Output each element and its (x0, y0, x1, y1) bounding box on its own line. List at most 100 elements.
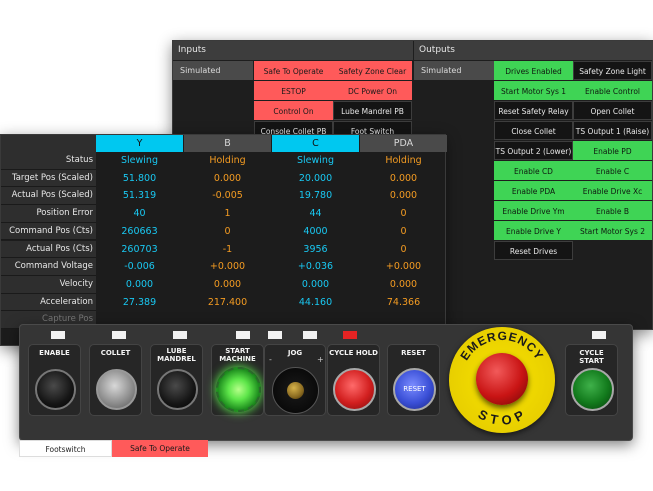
safe-to-operate-status: Safe To Operate (112, 440, 208, 457)
axis-value-c: 20.000 (298, 172, 333, 184)
axis-value-y: 40 (133, 208, 146, 220)
axis-value-b: +0.000 (209, 261, 246, 273)
axis-row-label: Velocity (1, 275, 96, 294)
output-enable-control-button[interactable]: Enable Control (573, 81, 652, 100)
lube-mandrel-label: LUBE MANDREL (157, 347, 196, 363)
start-machine-knob[interactable] (216, 367, 261, 412)
collet-button[interactable]: COLLET (89, 344, 142, 416)
output-enable-c-button[interactable]: Enable C (573, 161, 652, 180)
cycle-hold-button[interactable]: CYCLE HOLD (327, 344, 380, 416)
axis-value-c: 19.780 (298, 190, 333, 202)
output-enable-pd-button[interactable]: Enable PD (573, 141, 652, 160)
enable-button[interactable]: ENABLE (28, 344, 81, 416)
cycle-start-knob[interactable] (571, 368, 614, 411)
outputs-simulated-toggle[interactable]: Simulated (414, 61, 494, 80)
axis-row-status: Status Slewing Holding Slewing Holding (1, 152, 447, 170)
axis-value-y: 0.000 (125, 278, 154, 290)
axis-value-y: 27.389 (122, 296, 157, 308)
output-close-collet-button[interactable]: Close Collet (494, 121, 573, 140)
axis-row-actual-pos-cts: Actual Pos (Cts) 260703 -1 3956 0 (1, 240, 447, 259)
cycle-hold-indicator-light (343, 331, 357, 339)
output-safety-zone-light-button[interactable]: Safety Zone Light (573, 61, 652, 80)
jog-control[interactable]: JOG - + (264, 344, 326, 416)
output-enable-pda-button[interactable]: Enable PDA (494, 181, 573, 200)
input-safe-to-operate-button[interactable]: Safe To Operate (254, 61, 333, 80)
axis-row-target-pos-scaled: Target Pos (Scaled) 51.800 0.000 20.000 0.00… (1, 169, 447, 188)
axis-corner-cell (1, 135, 96, 152)
collet-knob[interactable] (96, 369, 137, 410)
outputs-column-1: Drives Enabled Start Motor Sys 1 Reset Saf… (494, 61, 573, 261)
output-enable-b-button[interactable]: Enable B (573, 201, 652, 220)
axis-header-y[interactable]: Y (96, 135, 183, 152)
axis-value-c: Slewing (297, 155, 334, 166)
axis-row-label: Command Voltage (1, 258, 96, 276)
axis-value-b: -0.005 (212, 190, 243, 202)
axis-value-y: 260703 (121, 243, 158, 255)
axis-value-pda: 0.000 (389, 172, 418, 184)
axis-header-c[interactable]: C (272, 135, 359, 152)
lube-mandrel-button[interactable]: LUBE MANDREL (150, 344, 203, 416)
output-ts-output-1-raise-button[interactable]: TS Output 1 (Raise) (573, 121, 652, 140)
output-enable-drive-ym-button[interactable]: Enable Drive Ym (494, 201, 573, 220)
start-machine-label: START MACHINE (219, 347, 256, 363)
jog-joystick-handle[interactable] (287, 382, 304, 399)
input-estop-button[interactable]: ESTOP (254, 81, 333, 100)
axis-value-y: 51.319 (122, 190, 157, 202)
input-lube-mandrel-pb-button[interactable]: Lube Mandrel PB (333, 101, 412, 120)
reset-button[interactable]: RESET RESET (387, 344, 440, 416)
enable-indicator-light (51, 331, 65, 339)
machine-control-panel: ENABLE COLLET LUBE MANDREL START MACHINE… (19, 324, 633, 441)
cycle-hold-knob[interactable] (333, 368, 376, 411)
input-control-on-button[interactable]: Control On (254, 101, 333, 120)
inputs-simulated-toggle[interactable]: Simulated (173, 61, 253, 80)
axis-row-command-pos-cts: Command Pos (Cts) 260663 0 4000 0 (1, 222, 447, 241)
axis-value-y: 260663 (121, 225, 158, 237)
axis-row-velocity: Velocity 0.000 0.000 0.000 0.000 (1, 275, 447, 294)
axis-row-label: Target Pos (Scaled) (1, 169, 96, 188)
axis-value-pda: +0.000 (385, 261, 422, 273)
axis-header-b[interactable]: B (184, 135, 271, 152)
axis-value-pda: 0 (400, 225, 407, 237)
output-enable-drive-y-button[interactable]: Enable Drive Y (494, 221, 573, 240)
axis-value-pda: 0.000 (389, 190, 418, 202)
axis-row-label: Actual Pos (Cts) (1, 240, 96, 259)
axis-header-pda[interactable]: PDA (360, 135, 447, 152)
axis-value-pda: 0 (400, 208, 407, 220)
cycle-start-button[interactable]: CYCLE START (565, 344, 618, 416)
jog-plus-indicator-light (303, 331, 317, 339)
enable-knob[interactable] (35, 369, 76, 410)
output-open-collet-button[interactable]: Open Collet (573, 101, 652, 120)
axis-value-pda: 0 (400, 243, 407, 255)
footswitch-status: Footswitch (19, 440, 112, 457)
axis-row-command-voltage: Command Voltage -0.006 +0.000 +0.036 +0.000 (1, 258, 447, 276)
output-start-motor-sys-1-button[interactable]: Start Motor Sys 1 (494, 81, 573, 100)
axis-value-pda: 74.366 (386, 296, 421, 308)
jog-minus-label: - (269, 355, 272, 364)
axis-value-b: 1 (224, 208, 231, 220)
collet-indicator-light (112, 331, 126, 339)
output-ts-output-2-lower-button[interactable]: TS Output 2 (Lower) (494, 141, 573, 160)
axis-row-position-error: Position Error 40 1 44 0 (1, 205, 447, 223)
outputs-column-2: Safety Zone Light Enable Control Open Coll… (573, 61, 652, 241)
output-start-motor-sys-2-button[interactable]: Start Motor Sys 2 (573, 221, 652, 240)
start-machine-button[interactable]: START MACHINE (211, 344, 264, 416)
emergency-stop-mushroom[interactable] (476, 353, 528, 405)
output-reset-drives-button[interactable]: Reset Drives (494, 241, 573, 260)
axis-row-actual-pos-scaled: Actual Pos (Scaled) 51.319 -0.005 19.780 0.0… (1, 187, 447, 206)
output-enable-cd-button[interactable]: Enable CD (494, 161, 573, 180)
output-drives-enabled-button[interactable]: Drives Enabled (494, 61, 573, 80)
input-dc-power-on-button[interactable]: DC Power On (333, 81, 412, 100)
axis-value-b: Holding (209, 155, 246, 166)
input-safety-zone-clear-button[interactable]: Safety Zone Clear (333, 61, 412, 80)
axis-value-b: 0.000 (213, 278, 242, 290)
output-enable-drive-xc-button[interactable]: Enable Drive Xc (573, 181, 652, 200)
axis-value-c: 0.000 (301, 278, 330, 290)
jog-label: JOG (287, 349, 303, 357)
lube-mandrel-knob[interactable] (157, 369, 198, 410)
enable-label: ENABLE (39, 349, 70, 357)
output-reset-safety-relay-button[interactable]: Reset Safety Relay (494, 101, 573, 120)
jog-minus-indicator-light (268, 331, 282, 339)
reset-label: RESET (401, 349, 426, 357)
emergency-stop-button[interactable]: EMERGENCY STOP (449, 327, 555, 433)
reset-knob[interactable]: RESET (393, 368, 436, 411)
